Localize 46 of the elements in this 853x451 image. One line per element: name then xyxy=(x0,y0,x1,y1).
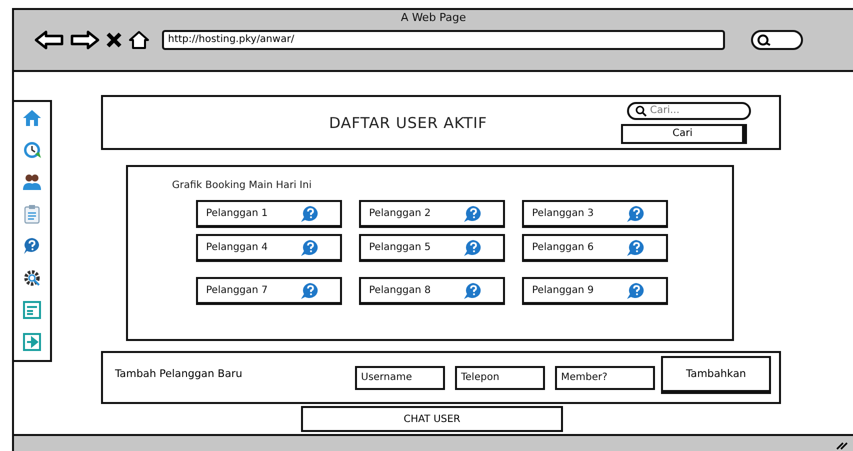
chat-button[interactable]: CHAT USER xyxy=(301,406,563,432)
search-input: Cari... xyxy=(650,105,740,116)
customer-button[interactable]: Pelanggan 7 xyxy=(196,277,342,305)
form-icon[interactable] xyxy=(22,300,42,320)
forward-icon[interactable] xyxy=(70,30,100,50)
back-icon[interactable] xyxy=(34,30,64,50)
clipboard-icon[interactable] xyxy=(22,204,42,224)
search-button[interactable]: Cari xyxy=(621,124,747,144)
exit-icon[interactable] xyxy=(22,332,42,352)
search-field[interactable] xyxy=(751,30,803,50)
customer-button[interactable]: Pelanggan 8 xyxy=(359,277,505,305)
add-button[interactable]: Tambahkan xyxy=(661,356,771,394)
customer-button[interactable]: Pelanggan 5 xyxy=(359,234,505,262)
help-icon xyxy=(626,282,646,300)
panel-title: Grafik Booking Main Hari Ini xyxy=(172,180,313,191)
customer-button[interactable]: Pelanggan 1 xyxy=(196,200,342,228)
page-title: DAFTAR USER AKTIF xyxy=(329,114,488,132)
search-field[interactable]: Cari... xyxy=(627,102,751,120)
help-icon xyxy=(463,282,483,300)
window-title: A Web Page xyxy=(400,11,466,24)
users-icon[interactable] xyxy=(22,172,42,192)
address-bar[interactable]: http://hosting.pky/anwar/ xyxy=(162,30,725,50)
customer-button[interactable]: Pelanggan 2 xyxy=(359,200,505,228)
input-field[interactable]: Member? xyxy=(555,366,655,390)
help-icon xyxy=(300,204,320,222)
customer-button[interactable]: Pelanggan 3 xyxy=(522,200,668,228)
form-label: Tambah Pelanggan Baru xyxy=(115,368,244,380)
resize-grip-icon xyxy=(835,440,849,450)
help-icon xyxy=(463,238,483,256)
help-icon[interactable] xyxy=(22,236,42,256)
search-icon xyxy=(635,104,647,116)
customer-button[interactable]: Pelanggan 6 xyxy=(522,234,668,262)
clock-icon[interactable] xyxy=(22,140,42,160)
input-field[interactable]: Username xyxy=(355,366,445,390)
help-icon xyxy=(626,204,646,222)
home-icon[interactable] xyxy=(128,30,150,50)
close-icon[interactable] xyxy=(106,32,122,48)
customer-button[interactable]: Pelanggan 4 xyxy=(196,234,342,262)
customer-button[interactable]: Pelanggan 9 xyxy=(522,277,668,305)
help-icon xyxy=(463,204,483,222)
help-icon xyxy=(626,238,646,256)
input-field[interactable]: Telepon xyxy=(455,366,545,390)
search-icon xyxy=(757,34,771,46)
gear-icon[interactable] xyxy=(22,268,42,288)
help-icon xyxy=(300,282,320,300)
help-icon xyxy=(300,238,320,256)
